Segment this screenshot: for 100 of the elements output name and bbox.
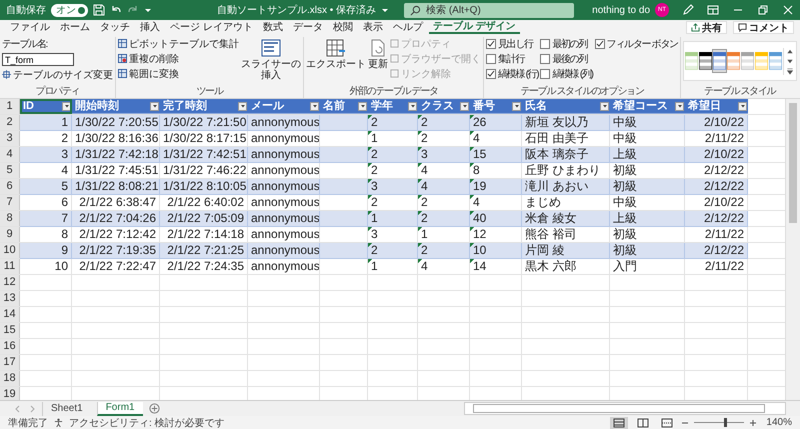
- table-cell: 片岡 綾: [522, 243, 610, 258]
- row-number: 7: [0, 195, 20, 210]
- group-label: プロパティ: [34, 86, 80, 98]
- option-checkbox[interactable]: 縞模様 (行): [486, 67, 538, 80]
- table-name-field[interactable]: T_form: [2, 53, 74, 66]
- table-cell: annonymous: [248, 179, 320, 194]
- table-cell: 2/1/22 7:04:26: [72, 211, 160, 226]
- table-cell: 2: [418, 195, 470, 210]
- table-cell: 上級: [610, 147, 685, 162]
- row-number: 2: [0, 115, 20, 130]
- column-header-label: 学年: [371, 100, 393, 112]
- column-header-label: ID: [23, 100, 34, 112]
- group-label: テーブル スタイルのオプション: [519, 86, 645, 98]
- table-cell: 2/1/22 7:05:09: [160, 211, 248, 226]
- row-number: 9: [0, 227, 20, 242]
- table-cell: 15: [470, 147, 522, 162]
- zoom-level[interactable]: 140%: [766, 417, 792, 428]
- table-cell: 阪本 璃奈子: [522, 147, 610, 162]
- table-cell: 中級: [610, 131, 685, 146]
- table-cell: 2/1/22 7:22:47: [72, 259, 160, 274]
- option-checkbox[interactable]: フィルター ボタン: [594, 37, 678, 50]
- table-cell: 3: [368, 179, 418, 194]
- table-cell: annonymous: [248, 163, 320, 178]
- table-cell: 2/1/22 7:24:35: [160, 259, 248, 274]
- table-cell: 1/31/22 8:10:05: [160, 179, 248, 194]
- table-cell: 1/31/22 8:08:21: [72, 179, 160, 194]
- ribbon-tab[interactable]: ページ レイアウト: [166, 21, 257, 34]
- table-cell: 2: [368, 115, 418, 130]
- option-checkbox[interactable]: 見出し行: [486, 37, 538, 50]
- table-cell: 初級: [610, 179, 685, 194]
- table-cell: 上級: [610, 211, 685, 226]
- table-cell: 26: [470, 115, 522, 130]
- table-cell: 新垣 友以乃: [522, 115, 610, 130]
- row-number: 13: [0, 291, 20, 306]
- autosave-label: 自動保存: [6, 4, 46, 17]
- table-cell: 4: [418, 163, 470, 178]
- resize-table-button[interactable]: テーブルのサイズ変更: [2, 68, 113, 81]
- table-cell: 初級: [610, 227, 685, 242]
- option-checkbox[interactable]: 集計行: [486, 52, 538, 65]
- row-number: 19: [0, 387, 20, 400]
- table-cell: 石田 由美子: [522, 131, 610, 146]
- table-cell: 1/31/22 7:46:22: [160, 163, 248, 178]
- table-cell: 4: [20, 163, 72, 178]
- ribbon-tab[interactable]: 表示: [358, 21, 387, 34]
- autosave-toggle[interactable]: オン: [51, 4, 88, 16]
- table-cell: 3: [418, 147, 470, 162]
- export-button[interactable]: エクスポート: [306, 37, 366, 86]
- row-number: 4: [0, 147, 20, 162]
- option-checkbox[interactable]: 最初の列: [540, 37, 593, 50]
- comment-button[interactable]: コメント: [733, 21, 794, 34]
- ribbon-tab[interactable]: 校閲: [328, 21, 357, 34]
- option-checkbox[interactable]: 縞模様 (列): [540, 67, 593, 80]
- table-cell: 1: [368, 259, 418, 274]
- ribbon-command[interactable]: 範囲に変換: [118, 67, 239, 80]
- table-cell: 8: [20, 227, 72, 242]
- accessibility-status[interactable]: アクセシビリティ: 検討が必要です: [69, 416, 225, 429]
- row-number: 18: [0, 371, 20, 386]
- table-cell: 1: [368, 211, 418, 226]
- column-header-label: 希望コース: [613, 100, 668, 112]
- row-number: 3: [0, 131, 20, 146]
- ribbon-tab[interactable]: ファイル: [6, 21, 54, 34]
- ribbon-tab[interactable]: 挿入: [136, 21, 164, 34]
- table-cell: 8: [470, 163, 522, 178]
- column-header-label: 開始時刻: [75, 100, 119, 112]
- table-cell: 中級: [610, 195, 685, 210]
- ribbon-tab[interactable]: 数式: [258, 21, 287, 34]
- refresh-button[interactable]: 更新: [368, 37, 388, 86]
- option-checkbox[interactable]: 最後の列: [540, 52, 593, 65]
- ribbon-tab[interactable]: データ: [288, 21, 327, 34]
- row-number: 5: [0, 163, 20, 178]
- table-cell: 1: [418, 227, 470, 242]
- table-cell: annonymous: [248, 243, 320, 258]
- table-cell: 黒木 六郎: [522, 259, 610, 274]
- row-number: 17: [0, 355, 20, 370]
- table-cell: 2: [418, 211, 470, 226]
- table-cell: 3: [368, 227, 418, 242]
- ribbon-tab[interactable]: ヘルプ: [388, 21, 427, 34]
- table-cell: 3: [20, 147, 72, 162]
- table-cell: 入門: [610, 259, 685, 274]
- sheet-tab[interactable]: Form1: [96, 402, 143, 416]
- table-cell: 1/30/22 7:20:55: [72, 115, 160, 130]
- share-button[interactable]: 共有: [686, 21, 727, 34]
- table-cell: 丘野 ひまわり: [522, 163, 610, 178]
- ribbon-tab[interactable]: タッチ: [96, 21, 134, 34]
- search-field[interactable]: 検索 (Alt+Q): [404, 2, 574, 18]
- insert-slicer-button[interactable]: スライサーの 挿入: [241, 37, 301, 86]
- ribbon-tab[interactable]: ホーム: [56, 21, 94, 34]
- row-number: 14: [0, 307, 20, 322]
- ribbon-command[interactable]: 重複の削除: [118, 52, 239, 65]
- table-cell: 2: [368, 147, 418, 162]
- table-cell: 2/1/22 7:12:42: [72, 227, 160, 242]
- table-cell: annonymous: [248, 211, 320, 226]
- table-cell: 19: [470, 179, 522, 194]
- table-cell: 1: [20, 115, 72, 130]
- table-cell: 1/31/22 7:42:18: [72, 147, 160, 162]
- table-cell: 滝川 あおい: [522, 179, 610, 194]
- row-number: 6: [0, 179, 20, 194]
- column-header-label: 名前: [323, 100, 345, 112]
- table-cell: 初級: [610, 163, 685, 178]
- ribbon-command[interactable]: ピボットテーブルで集計: [118, 37, 239, 50]
